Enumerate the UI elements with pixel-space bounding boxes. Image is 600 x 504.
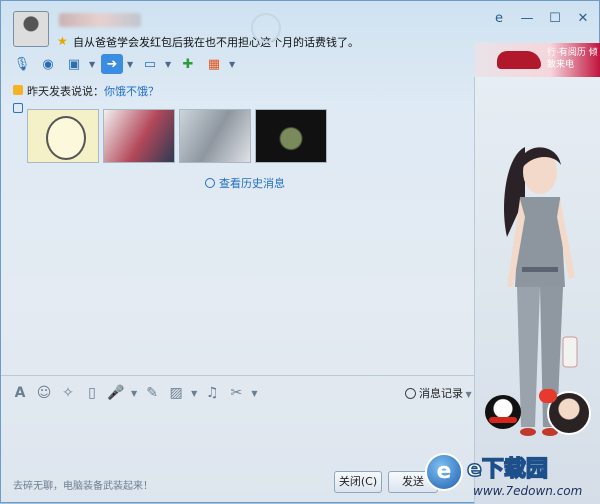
message-record-label: 消息记录 — [419, 387, 463, 400]
chevron-down-icon[interactable]: ▼ — [191, 389, 197, 398]
emoji-icon[interactable]: ☺ — [35, 384, 53, 402]
view-history-label: 查看历史消息 — [219, 177, 285, 190]
chat-toolbar: 🎙 ◉ ▣ ▼ ➜ ▼ ▭ ▼ ✚ ▦ ▼ — [11, 53, 237, 75]
clock-icon — [205, 178, 215, 188]
voice-call-icon[interactable]: 🎙 — [11, 54, 33, 74]
clock-icon — [405, 388, 416, 399]
browser-icon[interactable]: e — [487, 9, 511, 29]
apps-grid-icon[interactable]: ▦ — [203, 54, 225, 74]
ad-text: 行·有阅历 倾致来电 — [547, 48, 598, 70]
chevron-down-icon: ▼ — [463, 390, 472, 399]
chevron-down-icon[interactable]: ▼ — [165, 60, 173, 69]
close-window-button[interactable]: ✕ — [571, 9, 595, 29]
create-discussion-icon[interactable]: ✚ — [177, 54, 199, 74]
message-record-button[interactable]: 消息记录 ▼ — [405, 385, 472, 401]
image-icon[interactable]: ▨ — [167, 384, 185, 402]
remote-desktop-icon[interactable]: ▭ — [139, 54, 161, 74]
contact-name-blurred — [59, 13, 141, 27]
contact-signature: 自从爸爸学会发红包后我在也不用担心这个月的话费钱了。 — [73, 36, 359, 49]
view-history-link[interactable]: 查看历史消息 — [205, 175, 285, 191]
photo-thumbnail[interactable] — [27, 109, 99, 163]
chat-window: ★ 自从爸爸学会发红包后我在也不用担心这个月的话费钱了。 e — ☐ ✕ 🎙 ◉… — [0, 0, 600, 504]
car-image — [497, 51, 541, 69]
shake-window-icon[interactable]: ▯ — [83, 384, 101, 402]
input-toolbar: A ☺ ✧ ▯ 🎤 ▼ ✎ ▨ ▼ ♫ ✂ ▼ — [11, 382, 258, 404]
qq-penguin-icon[interactable] — [485, 395, 521, 429]
doodle-icon[interactable]: ✎ — [143, 384, 161, 402]
voice-message-icon[interactable]: 🎤 — [107, 384, 125, 402]
divider — [1, 375, 474, 376]
site-url: www.7edown.com — [473, 484, 583, 498]
status-update-prefix: 昨天发表说说： — [27, 85, 104, 98]
maximize-button[interactable]: ☐ — [543, 9, 567, 29]
screenshot-scissors-icon[interactable]: ✂ — [227, 384, 245, 402]
qq-show-panel — [474, 77, 600, 504]
qq-show-badge-icon — [251, 13, 281, 43]
font-icon[interactable]: A — [11, 384, 29, 402]
message-input[interactable] — [5, 405, 471, 465]
site-logo-badge: e — [425, 453, 463, 491]
photo-thumbnails — [27, 109, 327, 163]
chevron-down-icon[interactable]: ▼ — [229, 60, 237, 69]
music-icon[interactable]: ♫ — [203, 384, 221, 402]
chevron-down-icon[interactable]: ▼ — [131, 389, 137, 398]
photo-thumbnail[interactable] — [179, 109, 251, 163]
star-icon: ★ — [57, 34, 68, 48]
minimize-button[interactable]: — — [515, 9, 539, 29]
screen-share-icon[interactable]: ▣ — [63, 54, 85, 74]
footer-ad-link[interactable]: 去碎无聊，电脑装备武装起来！ — [13, 477, 153, 492]
close-button[interactable]: 关闭(C) — [334, 471, 382, 493]
status-update-link[interactable]: 你饿不饿？ — [104, 85, 159, 98]
status-update: 昨天发表说说：你饿不饿？ — [27, 83, 159, 99]
photo-thumbnail[interactable] — [255, 109, 327, 163]
chevron-down-icon[interactable]: ▼ — [127, 60, 135, 69]
site-watermark: e下载园 — [466, 456, 548, 483]
ad-banner[interactable]: 行·有阅历 倾致来电 — [475, 43, 600, 77]
photo-thumbnail[interactable] — [103, 109, 175, 163]
chevron-down-icon[interactable]: ▼ — [251, 389, 257, 398]
file-transfer-icon[interactable]: ➜ — [101, 54, 123, 74]
contact-avatar[interactable] — [13, 11, 49, 47]
status-update-icon — [13, 85, 23, 95]
message-area[interactable]: 昨天发表说说：你饿不饿？ 查看历史消息 — [5, 79, 471, 379]
chat-bubble-icon — [539, 389, 557, 403]
photo-album-icon — [13, 103, 23, 113]
chevron-down-icon[interactable]: ▼ — [89, 60, 97, 69]
magic-emoji-icon[interactable]: ✧ — [59, 384, 77, 402]
video-call-icon[interactable]: ◉ — [37, 54, 59, 74]
